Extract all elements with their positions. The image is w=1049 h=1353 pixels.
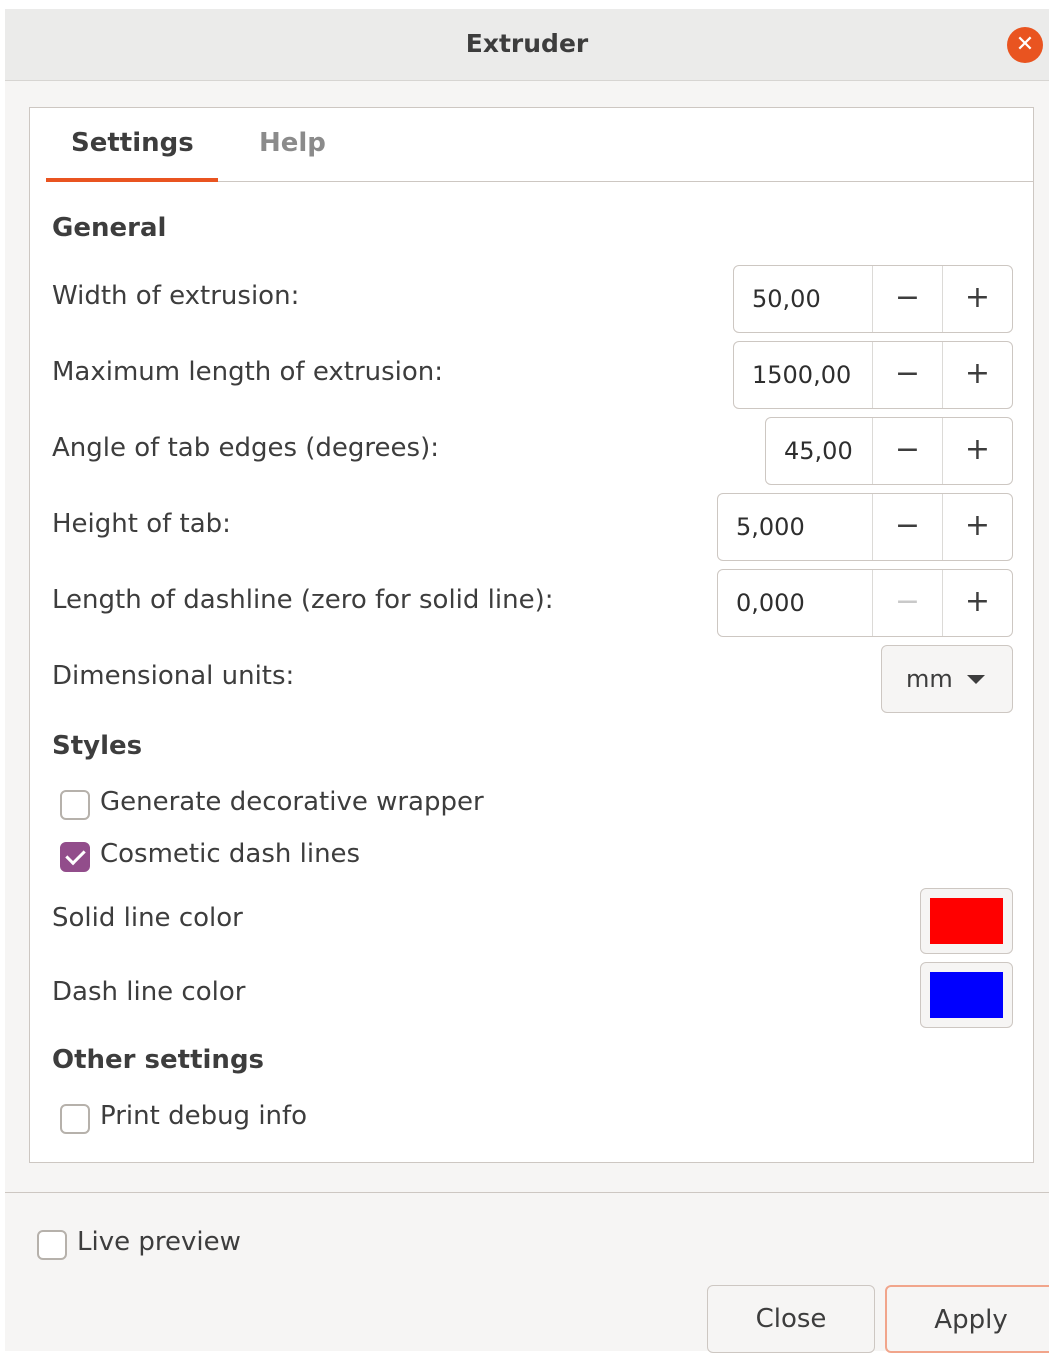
max-length-label: Maximum length of extrusion: [52, 357, 444, 387]
tab-height-input[interactable]: 5,000 [718, 494, 872, 560]
solid-line-color-label: Solid line color [52, 903, 243, 933]
width-of-extrusion-label: Width of extrusion: [52, 281, 300, 311]
dash-line-color-button[interactable] [920, 962, 1013, 1028]
width-of-extrusion-spinner: 50,00 − + [733, 265, 1013, 333]
dimensional-units-label: Dimensional units: [52, 661, 295, 691]
tab-bar: Settings Help [46, 108, 1034, 182]
dashline-length-increment-button[interactable]: + [942, 570, 1012, 636]
footer-separator [5, 1192, 1049, 1193]
apply-button[interactable]: Apply [885, 1285, 1049, 1353]
dash-color-swatch [930, 972, 1003, 1018]
tab-angle-input[interactable]: 45,00 [766, 418, 872, 484]
debug-info-label: Print debug info [100, 1101, 308, 1131]
tab-height-label: Height of tab: [52, 509, 231, 539]
max-length-spinner: 1500,00 − + [733, 341, 1013, 409]
dimensional-units-dropdown[interactable]: mm [881, 645, 1013, 713]
width-increment-button[interactable]: + [942, 266, 1012, 332]
tab-settings[interactable]: Settings [71, 128, 194, 158]
tab-height-spinner: 5,000 − + [717, 493, 1013, 561]
live-preview-checkbox[interactable] [37, 1230, 67, 1260]
title-bar: Extruder ✕ [5, 9, 1049, 81]
extruder-dialog: Extruder ✕ Settings Help General Width o… [5, 9, 1049, 1353]
solid-color-swatch [930, 898, 1003, 944]
max-length-input[interactable]: 1500,00 [734, 342, 872, 408]
cosmetic-dash-label: Cosmetic dash lines [100, 839, 361, 869]
max-length-increment-button[interactable]: + [942, 342, 1012, 408]
dashline-length-spinner: 0,000 − + [717, 569, 1013, 637]
active-tab-indicator [46, 178, 218, 182]
live-preview-label: Live preview [77, 1227, 241, 1257]
section-general-heading: General [52, 213, 167, 243]
settings-notebook: Settings Help General Width of extrusion… [29, 107, 1034, 1163]
debug-info-checkbox[interactable] [60, 1104, 90, 1134]
width-of-extrusion-input[interactable]: 50,00 [734, 266, 872, 332]
tab-help[interactable]: Help [259, 128, 326, 158]
cosmetic-dash-checkbox[interactable] [60, 842, 90, 872]
solid-line-color-button[interactable] [920, 888, 1013, 954]
dashline-length-decrement-button[interactable]: − [872, 570, 942, 636]
chevron-down-icon [967, 675, 985, 684]
tab-height-decrement-button[interactable]: − [872, 494, 942, 560]
tab-angle-decrement-button[interactable]: − [872, 418, 942, 484]
close-button[interactable]: Close [707, 1285, 875, 1353]
dashline-length-label: Length of dashline (zero for solid line)… [52, 585, 554, 615]
tab-angle-label: Angle of tab edges (degrees): [52, 433, 439, 463]
max-length-decrement-button[interactable]: − [872, 342, 942, 408]
dash-line-color-label: Dash line color [52, 977, 246, 1007]
width-decrement-button[interactable]: − [872, 266, 942, 332]
tab-height-increment-button[interactable]: + [942, 494, 1012, 560]
dimensional-units-value: mm [906, 665, 953, 693]
generate-wrapper-label: Generate decorative wrapper [100, 787, 484, 817]
section-other-heading: Other settings [52, 1045, 265, 1075]
window-close-icon[interactable]: ✕ [1007, 27, 1043, 63]
dashline-length-input[interactable]: 0,000 [718, 570, 872, 636]
window-title: Extruder [465, 29, 589, 58]
generate-wrapper-checkbox[interactable] [60, 790, 90, 820]
tab-angle-increment-button[interactable]: + [942, 418, 1012, 484]
tab-angle-spinner: 45,00 − + [765, 417, 1013, 485]
section-styles-heading: Styles [52, 731, 143, 761]
